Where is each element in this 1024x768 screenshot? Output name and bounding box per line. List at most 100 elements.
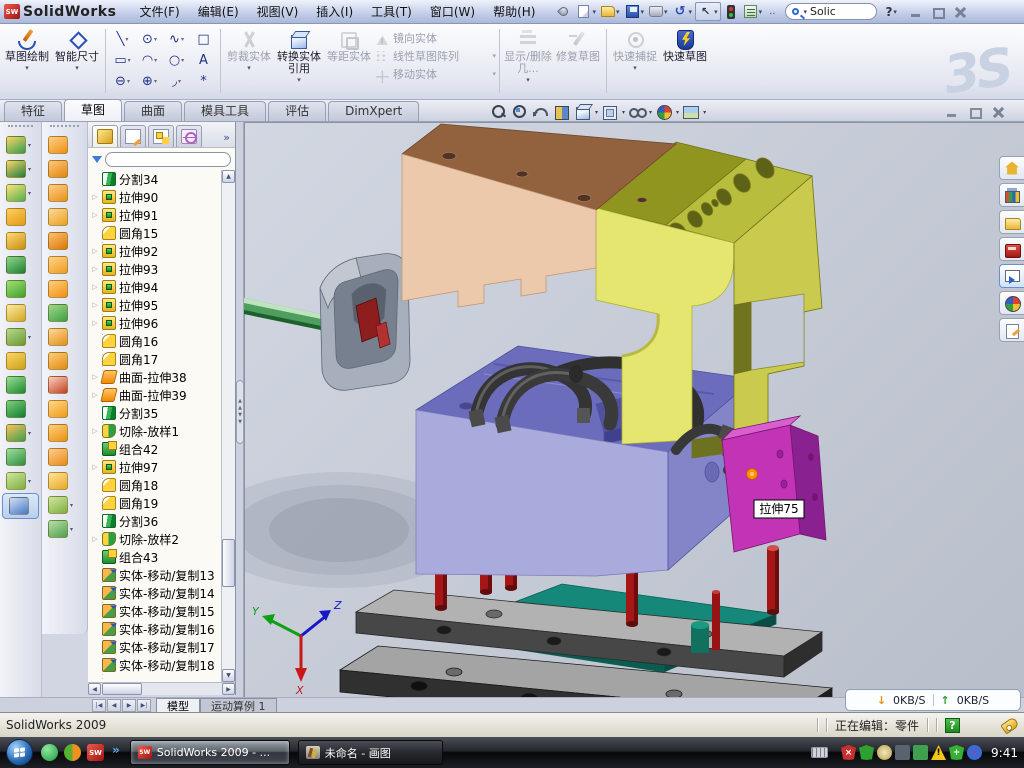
- dropdown-caret[interactable]: ▾: [622, 109, 625, 116]
- point-tool[interactable]: *: [190, 71, 217, 92]
- polygon-tool[interactable]: ⊕▾: [136, 71, 163, 92]
- search-box[interactable]: ▾ Solic: [785, 3, 877, 20]
- health-icon[interactable]: +: [949, 745, 964, 760]
- menu-item-2[interactable]: 视图(V): [248, 0, 308, 23]
- expander-icon[interactable]: ▷: [91, 265, 99, 273]
- propertymanager-tab[interactable]: [120, 125, 146, 147]
- expander-icon[interactable]: ▷: [91, 211, 99, 219]
- rebuild-button[interactable]: [722, 4, 740, 20]
- tree-item-21[interactable]: 组合43: [88, 548, 221, 566]
- ellipse-tool[interactable]: ○▾: [163, 50, 190, 71]
- replace-face-button[interactable]: [42, 397, 87, 421]
- dropdown-caret[interactable]: ▾: [641, 8, 645, 16]
- expander-icon[interactable]: ▷: [91, 319, 99, 327]
- ribbon-tab-0[interactable]: 特征: [4, 101, 62, 121]
- tree-item-1[interactable]: ▷拉伸90: [88, 188, 221, 206]
- tree-item-18[interactable]: 圆角19: [88, 494, 221, 512]
- dropdown-caret[interactable]: ▾: [595, 109, 598, 116]
- freeform-button[interactable]: [42, 253, 87, 277]
- dimxpertmanager-tab[interactable]: [176, 125, 202, 147]
- trim-entities-button[interactable]: 剪裁实体 ▾: [224, 27, 274, 72]
- rectangle-tool[interactable]: ▭▾: [109, 50, 136, 71]
- help-caret[interactable]: ▾: [893, 8, 897, 16]
- dropdown-caret[interactable]: ▾: [128, 57, 131, 64]
- custom-properties-tab[interactable]: [999, 318, 1024, 342]
- overflow-button[interactable]: ..: [765, 3, 779, 20]
- combine-button[interactable]: [0, 397, 41, 421]
- dropdown-caret[interactable]: ▾: [70, 526, 73, 533]
- linear-pattern-button[interactable]: ▾: [0, 325, 41, 349]
- dropdown-caret[interactable]: ▾: [181, 57, 184, 64]
- quicklaunch-solidworks[interactable]: SW: [87, 744, 104, 761]
- model-tab-0[interactable]: 模型: [156, 698, 200, 712]
- save-button[interactable]: ▾: [623, 3, 647, 20]
- tree-item-25[interactable]: 实体-移动/复制16: [88, 620, 221, 638]
- design-library-tab[interactable]: [999, 183, 1024, 207]
- dropdown-caret[interactable]: ▾: [28, 478, 31, 485]
- convert-caret[interactable]: ▾: [297, 76, 301, 84]
- appearances-icon[interactable]: [655, 104, 673, 120]
- update-icon[interactable]: [877, 745, 892, 760]
- scroll-down-button[interactable]: ▼: [222, 669, 235, 682]
- dropdown-caret[interactable]: ▾: [154, 57, 157, 64]
- graphics-viewport[interactable]: 拉伸75 Y Z X: [244, 122, 1024, 697]
- quicklaunch-media-player[interactable]: [64, 744, 81, 761]
- toolbar-drag-handle[interactable]: [50, 125, 79, 129]
- menu-item-4[interactable]: 工具(T): [362, 0, 421, 23]
- tree-item-4[interactable]: ▷拉伸92: [88, 242, 221, 260]
- lofted-surface-button[interactable]: [42, 205, 87, 229]
- dropdown-caret[interactable]: ▾: [28, 166, 31, 173]
- volume-icon[interactable]: [895, 745, 910, 760]
- dropdown-caret[interactable]: ▾: [676, 109, 679, 116]
- curve-through-points-button[interactable]: ▾: [42, 517, 87, 541]
- tree-item-13[interactable]: 分割35: [88, 404, 221, 422]
- tree-item-10[interactable]: 圆角17: [88, 350, 221, 368]
- help-button[interactable]: ?: [885, 5, 892, 19]
- measure-button[interactable]: [2, 493, 39, 519]
- toolbox-tab[interactable]: [999, 237, 1024, 261]
- extruded-cut-button[interactable]: ▾: [0, 157, 41, 181]
- circle-tool[interactable]: ⊙▾: [136, 29, 163, 50]
- scroll-left-button[interactable]: ◀: [88, 683, 101, 695]
- menu-item-3[interactable]: 插入(I): [307, 0, 362, 23]
- arc-tool[interactable]: ◠▾: [136, 50, 163, 71]
- connection-icon[interactable]: [913, 745, 928, 760]
- expander-icon[interactable]: ▷: [91, 391, 99, 399]
- panel-splitter[interactable]: ▲▲▼▼: [236, 122, 244, 697]
- expander-icon[interactable]: ▷: [91, 535, 99, 543]
- tree-item-0[interactable]: 分割34: [88, 170, 221, 188]
- model-nav-2[interactable]: ▶: [122, 699, 136, 712]
- select-button[interactable]: ↖▾: [695, 2, 721, 21]
- apply-scene-icon[interactable]: [682, 104, 700, 120]
- rib-button[interactable]: [0, 349, 41, 373]
- sketch-button[interactable]: 草图绘制 ▾: [2, 27, 52, 72]
- print-button[interactable]: ▾: [647, 3, 670, 20]
- boundary-boss-button[interactable]: [0, 253, 41, 277]
- trim-surface-button[interactable]: [42, 445, 87, 469]
- section-view-icon[interactable]: [553, 104, 571, 120]
- quick-snaps-button[interactable]: 快速捕捉 ▾: [610, 27, 660, 72]
- doc-restore-button[interactable]: [968, 106, 982, 118]
- appearances-tab[interactable]: [999, 291, 1024, 315]
- expander-icon[interactable]: ▷: [91, 427, 99, 435]
- scroll-right-button[interactable]: ▶: [222, 683, 235, 695]
- planar-surface-button[interactable]: [42, 277, 87, 301]
- dropdown-caret[interactable]: ▾: [125, 36, 128, 43]
- dropdown-caret[interactable]: ▾: [154, 36, 157, 43]
- model-side-block[interactable]: [722, 416, 826, 552]
- panel-splitter-grip[interactable]: ▲▲▼▼: [236, 380, 244, 444]
- model-locating-cylinder[interactable]: [691, 621, 709, 653]
- tree-item-20[interactable]: ▷切除-放样2: [88, 530, 221, 548]
- shell-button[interactable]: [0, 301, 41, 325]
- split-button[interactable]: [0, 445, 41, 469]
- menu-item-0[interactable]: 文件(F): [130, 0, 188, 23]
- dropdown-caret[interactable]: ▾: [592, 8, 596, 16]
- quick-tips-button[interactable]: ?: [945, 718, 960, 733]
- repair-sketch-button[interactable]: 修复草图: [553, 27, 603, 63]
- expander-icon[interactable]: ▷: [91, 301, 99, 309]
- model-tab-1[interactable]: 运动算例 1: [200, 698, 277, 712]
- task-window-1[interactable]: 未命名 - 画图: [298, 740, 443, 765]
- tags-icon[interactable]: [1000, 716, 1019, 734]
- tree-item-2[interactable]: ▷拉伸91: [88, 206, 221, 224]
- dropdown-caret[interactable]: ▾: [178, 78, 181, 85]
